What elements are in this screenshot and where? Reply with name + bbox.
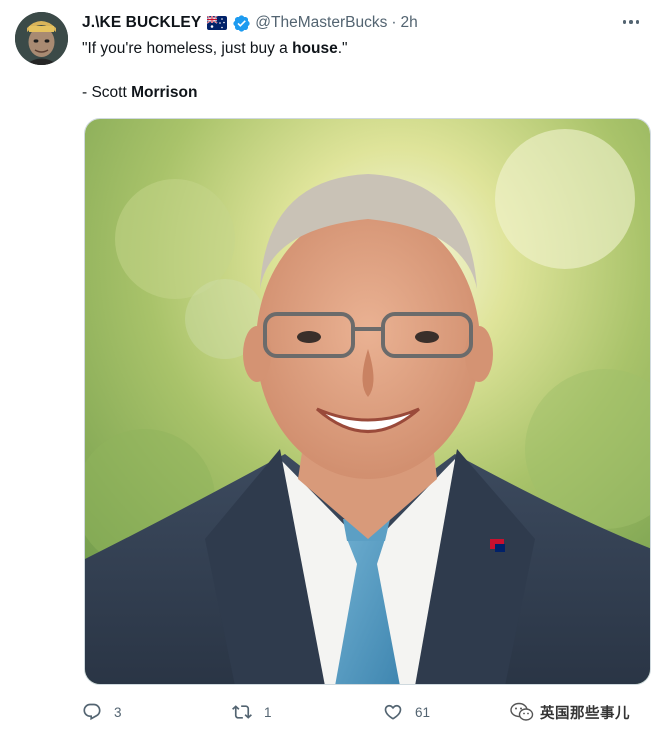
portrait-image <box>85 119 650 684</box>
australia-flag-icon <box>206 15 228 30</box>
timestamp[interactable]: 2h <box>401 14 418 32</box>
reply-count: 3 <box>114 704 122 720</box>
watermark-text: 英国那些事儿 <box>540 705 630 722</box>
retweet-button[interactable]: 1 <box>232 700 272 724</box>
text-bold-segment: Morrison <box>131 84 198 101</box>
tweet: J.\KE BUCKLEY @TheMasterBucks · 2h "If y… <box>0 0 659 739</box>
text-bold-segment: house <box>292 40 338 57</box>
verified-badge-icon <box>232 14 251 33</box>
like-count: 61 <box>415 704 431 720</box>
reply-icon <box>83 703 101 721</box>
avatar-image <box>15 12 68 65</box>
more-options-icon[interactable] <box>621 14 641 30</box>
text-segment: "If you're homeless, just buy a <box>82 40 293 57</box>
tweet-header: J.\KE BUCKLEY @TheMasterBucks · 2h <box>82 13 418 33</box>
retweet-icon <box>232 705 252 719</box>
text-segment: - Scott <box>82 84 132 101</box>
tweet-text: "If you're homeless, just buy a house." … <box>82 38 348 104</box>
retweet-count: 1 <box>264 704 272 720</box>
display-name[interactable]: J.\KE BUCKLEY <box>82 14 201 32</box>
watermark: 英国那些事儿 <box>510 700 630 724</box>
tweet-text-line-2: - Scott Morrison <box>82 82 348 104</box>
heart-icon <box>384 704 402 720</box>
wechat-icon <box>510 702 534 721</box>
tweet-text-line-1: "If you're homeless, just buy a house." <box>82 38 348 60</box>
text-segment: ." <box>337 40 348 57</box>
handle[interactable]: @TheMasterBucks <box>255 14 387 32</box>
tweet-photo[interactable] <box>84 118 651 685</box>
avatar[interactable] <box>15 12 68 65</box>
like-button[interactable]: 61 <box>383 700 430 724</box>
separator-dot: · <box>391 14 397 31</box>
reply-button[interactable]: 3 <box>82 700 122 724</box>
